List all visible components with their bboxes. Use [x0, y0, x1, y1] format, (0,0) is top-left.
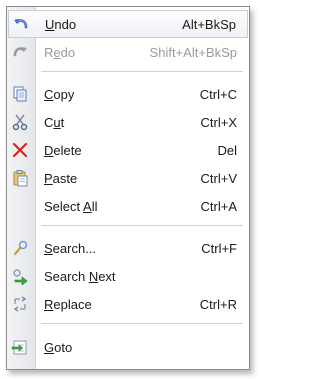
menu-item-select-all[interactable]: Select All Ctrl+A — [7, 192, 249, 220]
menu-item-undo[interactable]: Undo Alt+BkSp — [8, 10, 248, 38]
shortcut-redo: Shift+Alt+BkSp — [149, 45, 237, 60]
menu-item-redo[interactable]: Redo Shift+Alt+BkSp — [7, 38, 249, 66]
menu-item-goto[interactable]: Goto — [7, 333, 249, 361]
redo-icon — [11, 43, 29, 61]
search-next-icon — [11, 267, 29, 285]
paste-icon — [11, 169, 29, 187]
copy-icon — [11, 85, 29, 103]
shortcut-search: Ctrl+F — [201, 241, 237, 256]
edit-context-menu: Undo Alt+BkSp Redo Shift+Alt+BkSp Copy C… — [6, 6, 250, 370]
shortcut-replace: Ctrl+R — [199, 297, 237, 312]
menu-separator — [41, 71, 243, 72]
menu-item-replace[interactable]: Replace Ctrl+R — [7, 290, 249, 318]
menu-item-delete[interactable]: Delete Del — [7, 136, 249, 164]
menu-item-copy[interactable]: Copy Ctrl+C — [7, 80, 249, 108]
goto-icon — [11, 338, 29, 356]
shortcut-cut: Ctrl+X — [200, 115, 237, 130]
undo-icon — [12, 15, 30, 33]
shortcut-delete: Del — [217, 143, 237, 158]
menu-separator — [41, 323, 243, 324]
menu-item-search[interactable]: Search... Ctrl+F — [7, 234, 249, 262]
scissors-icon — [11, 113, 29, 131]
search-icon — [11, 239, 29, 257]
shortcut-undo: Alt+BkSp — [182, 17, 236, 32]
menu-separator — [41, 225, 243, 226]
replace-icon — [11, 295, 29, 313]
menu-item-cut[interactable]: Cut Ctrl+X — [7, 108, 249, 136]
menu-item-search-next[interactable]: Search Next — [7, 262, 249, 290]
menu-item-paste[interactable]: Paste Ctrl+V — [7, 164, 249, 192]
shortcut-select-all: Ctrl+A — [200, 199, 237, 214]
shortcut-paste: Ctrl+V — [200, 171, 237, 186]
shortcut-copy: Ctrl+C — [199, 87, 237, 102]
delete-x-icon — [11, 141, 29, 159]
